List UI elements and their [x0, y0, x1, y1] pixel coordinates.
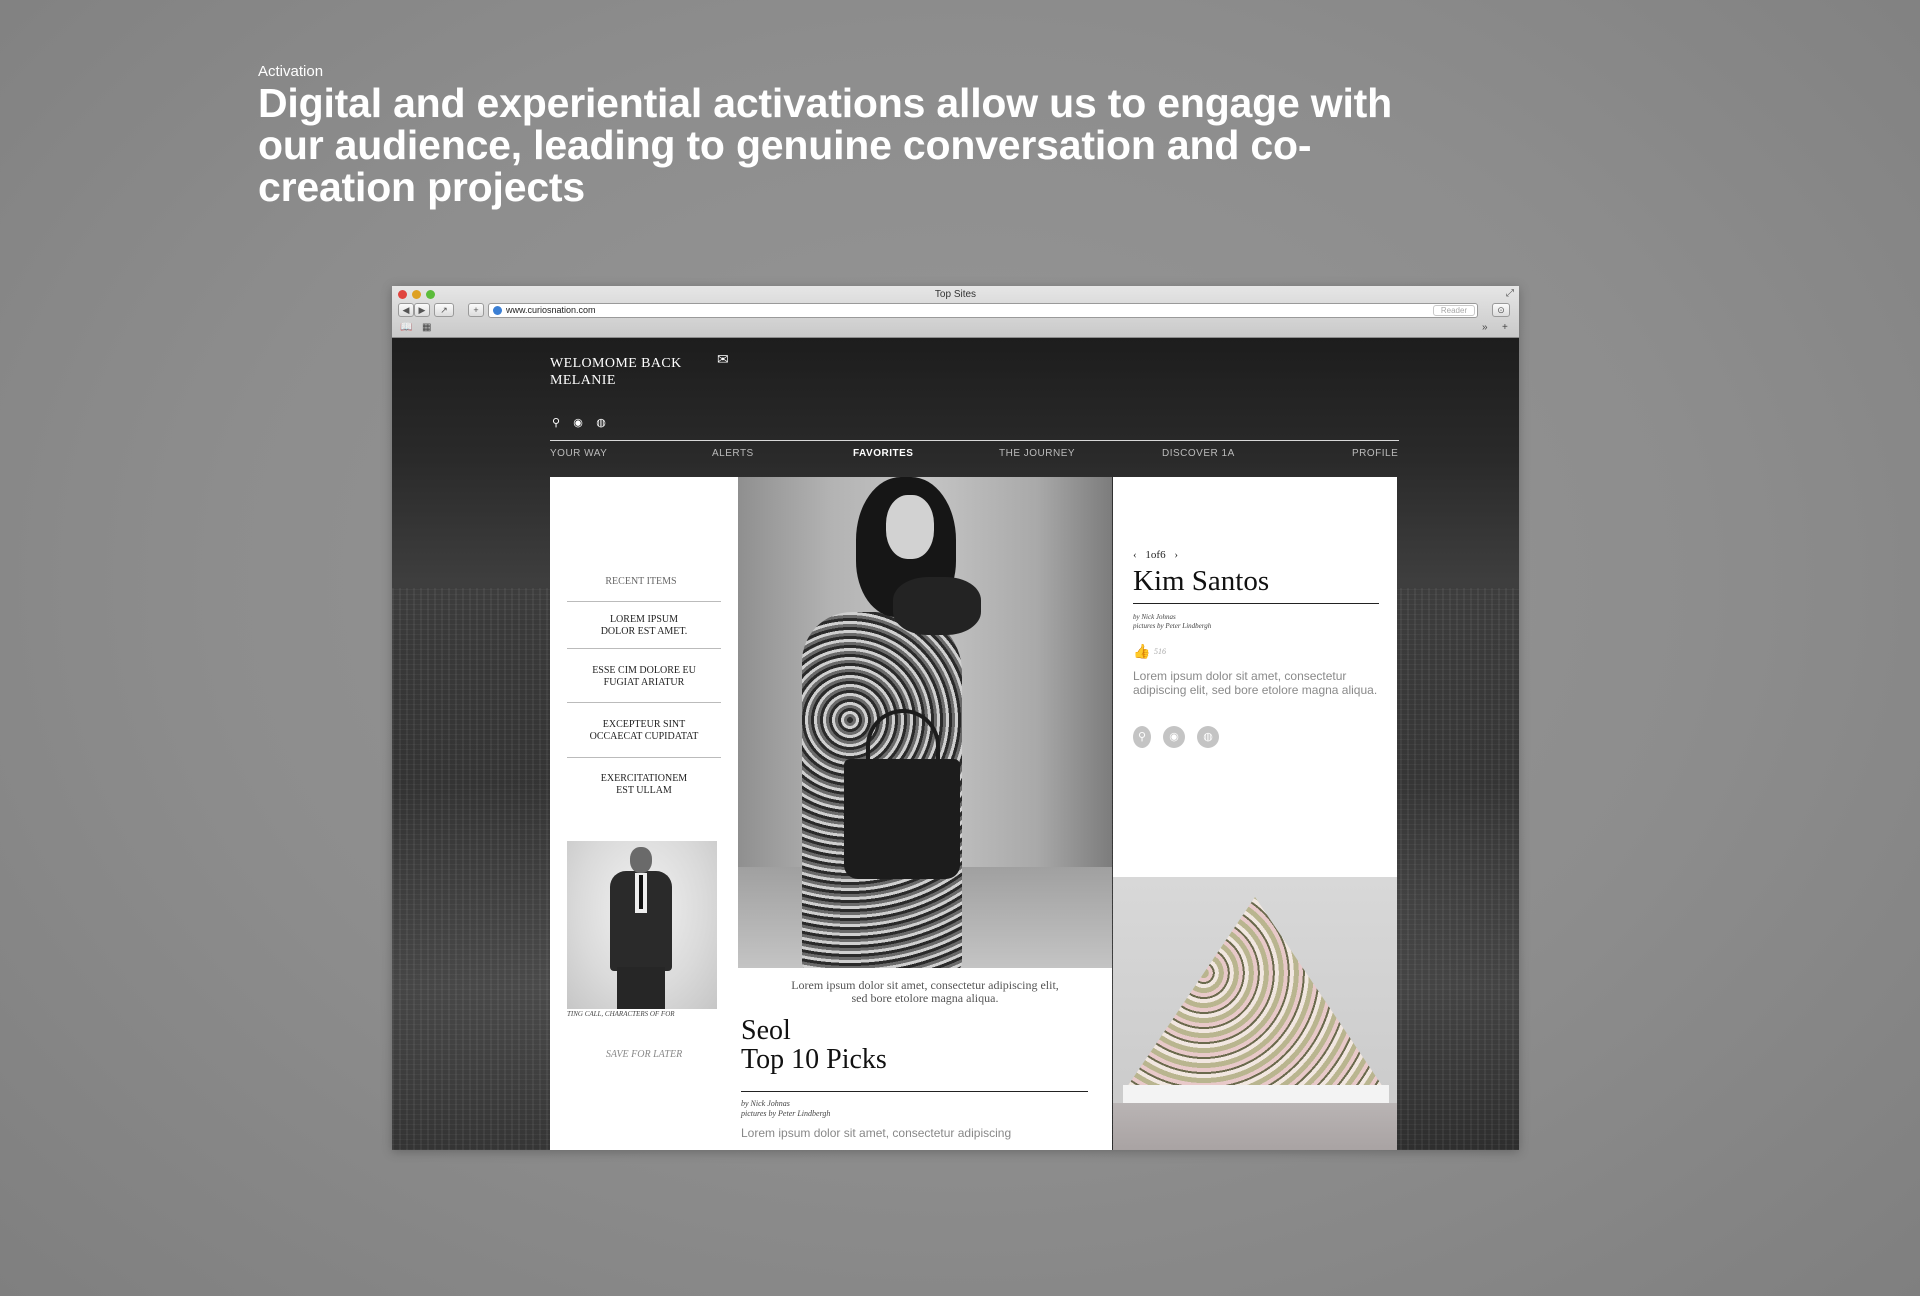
forward-button[interactable]: ▶ — [414, 303, 430, 317]
prev-arrow-icon[interactable]: ‹ — [1133, 549, 1137, 561]
photo-model-scarf — [893, 577, 981, 635]
new-tab-icon[interactable]: + — [1502, 322, 1508, 333]
photo-figure-head — [630, 847, 652, 873]
photo-figure-legs — [617, 967, 665, 1009]
profile-author: by Nick Johnas — [1133, 613, 1176, 621]
recent-item-3-line-2: OCCAECAT CUPIDATAT — [589, 731, 699, 742]
welcome-message: WELOMOME BACK MELANIE — [550, 355, 682, 389]
recent-item-4[interactable]: EXERCITATIONEM EST ULLAM — [567, 773, 721, 797]
recent-item-4-line-1: EXERCITATIONEM — [600, 773, 688, 784]
feature-photo[interactable] — [738, 477, 1112, 968]
recent-item-1-line-2: DOLOR EST AMET. — [600, 626, 688, 637]
feature-title-line-2: Top 10 Picks — [741, 1044, 887, 1075]
photo-plinth — [1123, 1085, 1389, 1103]
nav-divider — [550, 440, 1399, 441]
divider — [741, 1091, 1088, 1092]
recent-item-1[interactable]: LOREM IPSUM DOLOR EST AMET. — [567, 614, 721, 638]
photo-floor — [1113, 1103, 1397, 1150]
photo-caption: TING CALL, CHARACTERS OF FOR — [567, 1010, 675, 1018]
divider — [567, 648, 721, 649]
divider — [567, 757, 721, 758]
divider — [567, 601, 721, 602]
downloads-button[interactable]: ⊙ — [1492, 303, 1510, 317]
site-globe-icon — [493, 306, 502, 315]
nav-profile[interactable]: PROFILE — [1352, 448, 1398, 459]
divider — [1133, 603, 1379, 604]
recent-item-3[interactable]: EXCEPTEUR SINT OCCAECAT CUPIDATAT — [567, 719, 721, 743]
thumbs-up-icon[interactable]: 👍 — [1133, 643, 1150, 660]
welcome-line-2: MELANIE — [550, 373, 616, 388]
nav-your-way[interactable]: YOUR WAY — [550, 448, 607, 459]
save-for-later-link[interactable]: SAVE FOR LATER — [550, 1049, 738, 1060]
add-button[interactable]: + — [468, 303, 484, 317]
recent-items-panel: RECENT ITEMS LOREM IPSUM DOLOR EST AMET.… — [550, 477, 738, 1150]
feature-title-line-1: Seol — [741, 1015, 791, 1046]
nav-discover[interactable]: DISCOVER 1A — [1162, 448, 1235, 459]
profile-pager: ‹ 1of6 › — [1133, 549, 1178, 561]
profile-byline: by Nick Johnas pictures by Peter Lindber… — [1133, 613, 1211, 631]
globe-icon[interactable]: ◍ — [595, 417, 607, 429]
feature-title[interactable]: Seol Top 10 Picks — [741, 1016, 887, 1074]
nav-favorites[interactable]: FAVORITES — [853, 448, 913, 459]
recent-item-2[interactable]: ESSE CIM DOLORE EU FUGIAT ARIATUR — [567, 665, 721, 689]
location-pin-icon[interactable]: ⚲ — [550, 417, 562, 429]
envelope-icon[interactable]: ✉ — [717, 351, 729, 368]
feature-blurb: Lorem ipsum dolor sit amet, consectetur … — [752, 979, 1098, 1005]
url-text[interactable]: www.curiosnation.com — [506, 305, 596, 315]
profile-name[interactable]: Kim Santos — [1133, 565, 1269, 598]
slide-headline: Digital and experiential activations all… — [258, 80, 1392, 210]
more-bookmarks-icon[interactable]: » — [1482, 322, 1488, 333]
feature-article: Lorem ipsum dolor sit amet, consectetur … — [738, 968, 1112, 1150]
nav-the-journey[interactable]: THE JOURNEY — [999, 448, 1075, 459]
browser-window: Top Sites ⤢ ◀ ▶ ↗ + www.curiosnation.com… — [392, 286, 1519, 1150]
feature-body: Lorem ipsum dolor sit amet, consectetur … — [741, 1126, 1012, 1140]
reader-button[interactable]: Reader — [1433, 305, 1475, 316]
bookmarks-icon[interactable]: 📖 — [400, 322, 412, 333]
photo-model-face — [886, 495, 934, 559]
recent-item-4-line-2: EST ULLAM — [616, 785, 672, 796]
recent-item-3-line-1: EXCEPTEUR SINT — [602, 719, 686, 730]
profile-body: Lorem ipsum dolor sit amet, consectetur … — [1133, 669, 1378, 697]
recent-item-photo[interactable] — [567, 841, 717, 1009]
pager-count: 1of6 — [1145, 549, 1166, 561]
feature-blurb-line-2: sed bore etolore magna aliqua. — [851, 991, 999, 1005]
nav-alerts[interactable]: ALERTS — [712, 448, 754, 459]
window-title: Top Sites — [934, 289, 977, 300]
globe-icon[interactable]: ◍ — [1197, 726, 1219, 748]
recent-item-1-line-1: LOREM IPSUM — [609, 614, 679, 625]
photo-figure-tie — [639, 875, 643, 909]
web-page: WELOMOME BACK MELANIE ✉ ⚲ ◉ ◍ YOUR WAY A… — [392, 338, 1519, 1150]
next-arrow-icon[interactable]: › — [1174, 549, 1178, 561]
welcome-line-1: WELOMOME BACK — [550, 356, 682, 371]
share-button[interactable]: ↗ — [434, 303, 454, 317]
location-pin-icon[interactable]: ⚲ — [1133, 726, 1151, 748]
group-icon[interactable]: ◉ — [1163, 726, 1185, 748]
recent-items-title: RECENT ITEMS — [605, 576, 677, 587]
profile-photographer: pictures by Peter Lindbergh — [1133, 622, 1212, 630]
group-icon[interactable]: ◉ — [572, 417, 584, 429]
divider — [567, 702, 721, 703]
fullscreen-icon[interactable]: ⤢ — [1506, 288, 1514, 299]
top-sites-grid-icon[interactable]: ▦ — [422, 322, 431, 333]
profile-card: ‹ 1of6 › Kim Santos by Nick Johnas pictu… — [1113, 477, 1397, 877]
slide-kicker: Activation — [258, 63, 324, 80]
recent-item-2-line-1: ESSE CIM DOLORE EU — [592, 665, 696, 676]
photo-handbag — [844, 759, 960, 879]
art-installation-photo[interactable] — [1113, 877, 1397, 1150]
browser-toolbar: Top Sites ⤢ ◀ ▶ ↗ + www.curiosnation.com… — [392, 286, 1519, 338]
feature-photographer: pictures by Peter Lindbergh — [741, 1109, 831, 1118]
recent-item-2-line-2: FUGIAT ARIATUR — [603, 677, 685, 688]
photo-sculpture — [1127, 897, 1383, 1087]
feature-byline: by Nick Johnas pictures by Peter Lindber… — [741, 1099, 830, 1119]
back-button[interactable]: ◀ — [398, 303, 414, 317]
feature-author: by Nick Johnas — [741, 1099, 790, 1108]
address-bar[interactable]: www.curiosnation.com Reader — [488, 303, 1478, 318]
like-count: 516 — [1154, 647, 1166, 656]
